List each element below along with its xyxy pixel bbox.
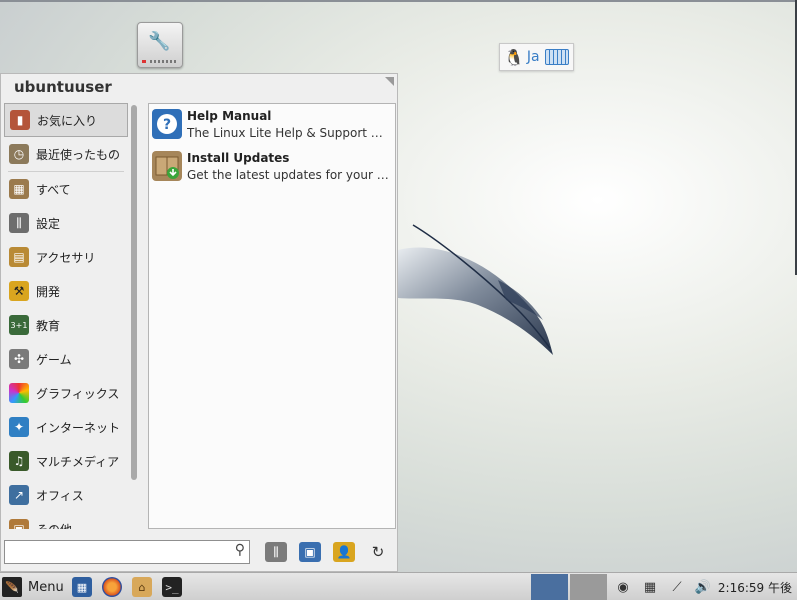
app-title: Install Updates — [187, 151, 290, 165]
ime-language-label: Ja — [526, 49, 540, 65]
logout-button[interactable]: ↻ — [367, 542, 389, 562]
category-label: オフィス — [36, 488, 84, 503]
input-method-indicator[interactable]: 🐧 Ja — [499, 43, 574, 71]
search-icon: ⚲ — [234, 542, 245, 558]
whisker-menu-button[interactable]: 🪶 Menu — [2, 576, 64, 598]
category-graphics[interactable]: グラフィックス — [4, 376, 128, 410]
category-label: 設定 — [36, 216, 61, 231]
category-label: グラフィックス — [36, 386, 120, 401]
tux-penguin-icon: 🐧 — [504, 47, 524, 67]
updates-tray-icon[interactable]: ◉ — [613, 577, 633, 597]
package-update-icon — [152, 151, 182, 181]
construction-icon: ⚒ — [9, 281, 29, 301]
keyboard-tray-icon[interactable]: ▦ — [640, 577, 660, 597]
color-palette-icon — [9, 383, 29, 403]
category-scrollbar[interactable] — [131, 105, 137, 480]
svg-text:?: ? — [163, 117, 171, 133]
category-other[interactable]: ▣ その他 — [4, 512, 128, 529]
category-label: お気に入り — [37, 113, 98, 128]
menu-button-label: Menu — [28, 579, 64, 595]
category-office[interactable]: ↗ オフィス — [4, 478, 128, 512]
show-desktop-launcher-icon[interactable]: ▦ — [72, 577, 92, 597]
switch-user-button[interactable]: 👤 — [333, 542, 355, 562]
film-music-icon: ♫ — [9, 451, 29, 471]
category-recent[interactable]: ◷ 最近使ったもの — [4, 137, 128, 171]
category-label: 最近使ったもの — [36, 147, 121, 162]
category-internet[interactable]: ✦ インターネット — [4, 410, 128, 444]
category-development[interactable]: ⚒ 開発 — [4, 274, 128, 308]
category-accessories[interactable]: ▤ アクセサリ — [4, 240, 128, 274]
linux-lite-logo-icon: 🪶 — [2, 577, 22, 597]
category-label: ゲーム — [36, 352, 72, 367]
lock-screen-button[interactable]: ▣ — [299, 542, 321, 562]
taskbar: 🪶 Menu ▦ ⌂ >_ ◉ ▦ ⟋ 🔊 2:16:59 午後 — [0, 572, 797, 600]
app-list-panel: ? Help Manual The Linux Lite Help & Supp… — [148, 103, 396, 529]
category-label: マルチメディア — [36, 454, 120, 469]
globe-icon: ✦ — [9, 417, 29, 437]
app-item-install-updates[interactable]: Install Updates Get the latest updates f… — [149, 146, 395, 188]
category-label: 開発 — [36, 284, 61, 299]
app-item-help-manual[interactable]: ? Help Manual The Linux Lite Help & Supp… — [149, 104, 395, 146]
workspace-1[interactable] — [531, 574, 568, 600]
search-input[interactable] — [9, 542, 223, 564]
terminal-launcher-icon[interactable]: >_ — [162, 577, 182, 597]
home-folder-launcher-icon[interactable]: ⌂ — [132, 577, 152, 597]
drive-icon[interactable]: 🔧 — [137, 22, 183, 68]
clock[interactable]: 2:16:59 午後 — [718, 579, 792, 596]
all-apps-icon: ▦ — [9, 179, 29, 199]
wrench-icon: 🔧 — [148, 31, 171, 52]
category-games[interactable]: ✣ ゲーム — [4, 342, 128, 376]
app-description: The Linux Lite Help & Support Ma... — [187, 126, 393, 140]
category-settings[interactable]: ⫼ 設定 — [4, 206, 128, 240]
keyboard-icon — [544, 49, 569, 65]
workspace-2[interactable] — [570, 574, 607, 600]
network-tray-icon[interactable]: ⟋ — [667, 577, 687, 597]
app-description: Get the latest updates for your co... — [187, 168, 393, 182]
gamepad-icon: ✣ — [9, 349, 29, 369]
firefox-launcher-icon[interactable] — [102, 577, 122, 597]
resize-corner-icon[interactable] — [385, 77, 394, 86]
category-all[interactable]: ▦ すべて — [4, 172, 128, 206]
category-label: インターネット — [36, 420, 121, 435]
help-icon: ? — [152, 109, 182, 139]
calculator-icon: ▤ — [9, 247, 29, 267]
category-favorites[interactable]: ▮ お気に入り — [4, 103, 128, 137]
category-label: 教育 — [36, 318, 61, 333]
category-education[interactable]: 3+1 教育 — [4, 308, 128, 342]
chalkboard-icon: 3+1 — [9, 315, 29, 335]
feather-wallpaper-graphic — [398, 224, 553, 355]
menu-username: ubuntuuser — [14, 78, 112, 96]
category-label: その他 — [36, 521, 72, 530]
chart-document-icon: ↗ — [9, 485, 29, 505]
settings-manager-button[interactable]: ⫼ — [265, 542, 287, 562]
volume-icon[interactable]: 🔊 — [693, 577, 713, 597]
category-multimedia[interactable]: ♫ マルチメディア — [4, 444, 128, 478]
category-label: すべて — [36, 182, 71, 197]
bookmark-icon: ▮ — [10, 110, 30, 130]
misc-icon: ▣ — [9, 519, 29, 529]
settings-sliders-icon: ⫼ — [9, 213, 29, 233]
start-menu: ubuntuuser ▮ お気に入り ◷ 最近使ったもの ▦ すべて ⫼ 設定 … — [0, 73, 398, 572]
category-list: ▮ お気に入り ◷ 最近使ったもの ▦ すべて ⫼ 設定 ▤ アクセサリ ⚒ 開… — [4, 103, 128, 529]
top-window-edge — [0, 0, 797, 2]
clock-icon: ◷ — [9, 144, 29, 164]
app-title: Help Manual — [187, 109, 272, 123]
category-label: アクセサリ — [36, 250, 96, 265]
search-box: ⚲ — [4, 540, 250, 564]
